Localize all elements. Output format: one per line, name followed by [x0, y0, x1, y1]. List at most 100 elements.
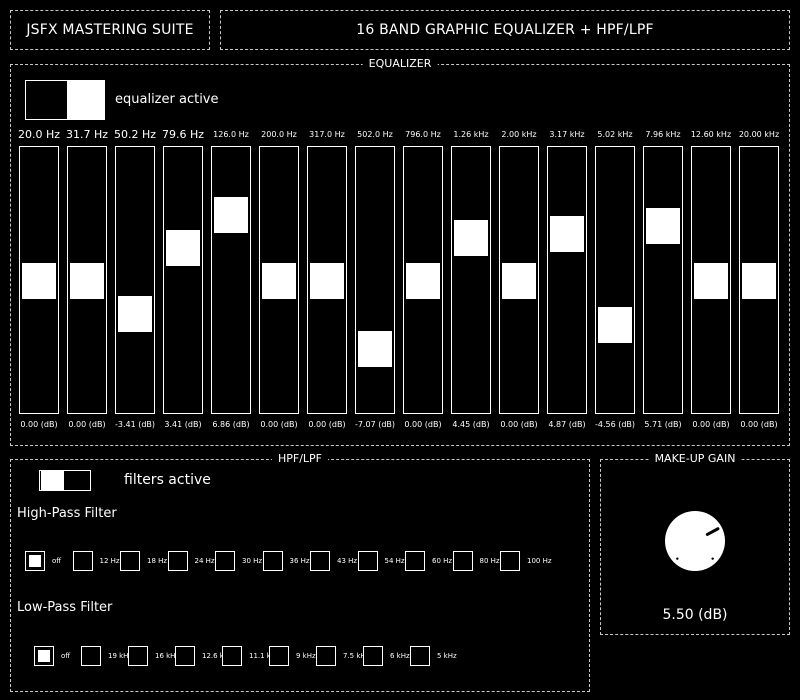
filters-toggle-thumb [41, 471, 64, 490]
hpf-option-label: 12 Hz [99, 557, 120, 565]
hpf-option-checkbox[interactable] [72, 551, 93, 571]
band-gain-value: 0.00 (dB) [260, 420, 298, 429]
makeup-gain-value: 5.50 (dB) [662, 607, 728, 623]
band-gain-value: 4.87 (dB) [548, 420, 586, 429]
band-slider-handle[interactable] [358, 331, 392, 368]
band-frequency-label: 5.02 kHz [597, 130, 633, 139]
band-slider-handle[interactable] [262, 263, 296, 299]
band-gain-value: 0.00 (dB) [68, 420, 106, 429]
band-slider-handle[interactable] [694, 263, 728, 299]
band-frequency-label: 1.26 kHz [453, 130, 489, 139]
band-slider-handle[interactable] [214, 196, 248, 233]
band-gain-slider[interactable] [307, 146, 347, 414]
band-gain-value: 0.00 (dB) [740, 420, 778, 429]
band-gain-value: -4.56 (dB) [594, 420, 636, 429]
hpf-option-checkbox[interactable] [25, 551, 45, 571]
hpf-option-checkbox[interactable] [310, 551, 330, 571]
band-slider-handle[interactable] [406, 263, 440, 299]
band-frequency-label: 502.0 Hz [357, 130, 393, 139]
band-frequency-label: 50.2 Hz [113, 128, 157, 141]
hpf-option-label: 100 Hz [527, 557, 552, 565]
band-gain-slider[interactable] [115, 146, 155, 414]
band-frequency-label: 3.17 kHz [549, 130, 585, 139]
band-gain-slider[interactable] [355, 146, 395, 414]
hpf-option-label: 36 Hz [289, 557, 310, 565]
lpf-option-checkbox[interactable] [410, 646, 430, 666]
lpf-option-checkbox[interactable] [269, 646, 289, 666]
hpf-option-checkbox[interactable] [452, 551, 473, 571]
filters-active-toggle[interactable] [39, 470, 91, 491]
hpf-option-label: off [52, 557, 62, 565]
hpf-option-label: 60 Hz [432, 557, 453, 565]
band-gain-slider[interactable] [259, 146, 299, 414]
band-gain-slider[interactable] [451, 146, 491, 414]
hpf-option-checkbox[interactable] [500, 551, 520, 571]
band-frequency-label: 317.0 Hz [309, 130, 345, 139]
equalizer-section-title: EQUALIZER [362, 57, 438, 71]
band-frequency-label: 126.0 Hz [213, 130, 249, 139]
band-gain-slider[interactable] [163, 146, 203, 414]
filters-active-label: filters active [124, 472, 211, 488]
band-gain-slider[interactable] [499, 146, 539, 414]
band-gain-slider[interactable] [547, 146, 587, 414]
band-gain-slider[interactable] [67, 146, 107, 414]
band-gain-slider[interactable] [643, 146, 683, 414]
band-gain-slider[interactable] [211, 146, 251, 414]
hpf-option-label: 80 Hz [479, 557, 500, 565]
band-gain-value: 5.71 (dB) [644, 420, 682, 429]
band-frequency-label: 12.60 kHz [690, 130, 732, 139]
band-frequency-label: 31.7 Hz [65, 128, 109, 141]
knob-max-marker [711, 557, 714, 560]
lpf-option-checkbox[interactable] [316, 646, 336, 666]
band-slider-handle[interactable] [742, 263, 776, 299]
band-gain-value: 0.00 (dB) [308, 420, 346, 429]
band-gain-value: -7.07 (dB) [354, 420, 396, 429]
hpf-option-label: 24 Hz [194, 557, 215, 565]
band-slider-handle[interactable] [70, 263, 104, 299]
band-slider-handle[interactable] [22, 263, 56, 299]
equalizer-active-toggle[interactable] [25, 80, 105, 120]
hpf-option-checkbox[interactable] [405, 551, 425, 571]
band-frequency-label: 200.0 Hz [261, 130, 297, 139]
lpf-option-checkbox[interactable] [128, 646, 148, 666]
plugin-title-box: 16 BAND GRAPHIC EQUALIZER + HPF/LPF [220, 10, 790, 50]
lpf-option-checkbox[interactable] [363, 646, 383, 666]
hpf-option-checkbox[interactable] [357, 551, 378, 571]
band-gain-value: 0.00 (dB) [20, 420, 58, 429]
hpf-title: High-Pass Filter [17, 506, 117, 521]
band-slider-handle[interactable] [598, 307, 632, 344]
band-gain-slider[interactable] [403, 146, 443, 414]
band-gain-slider[interactable] [739, 146, 779, 414]
hpf-option-checkbox[interactable] [167, 551, 188, 571]
lpf-option-label: 9 kHz [296, 652, 316, 660]
band-frequency-label: 7.96 kHz [645, 130, 681, 139]
plugin-title: 16 BAND GRAPHIC EQUALIZER + HPF/LPF [356, 22, 654, 38]
band-frequency-label: 20.00 kHz [738, 130, 780, 139]
lpf-option-label: 6 kHz [390, 652, 410, 660]
band-gain-slider[interactable] [19, 146, 59, 414]
hpf-option-label: 30 Hz [242, 557, 263, 565]
band-slider-handle[interactable] [454, 219, 488, 256]
band-slider-handle[interactable] [550, 215, 584, 252]
band-frequency-label: 796.0 Hz [405, 130, 441, 139]
band-slider-handle[interactable] [166, 230, 200, 267]
band-frequency-label: 20.0 Hz [17, 128, 61, 141]
lpf-option-checkbox[interactable] [175, 646, 195, 666]
lpf-option-label: off [61, 652, 71, 660]
hpf-option-label: 54 Hz [384, 557, 405, 565]
hpf-option-checkbox[interactable] [215, 551, 235, 571]
band-slider-handle[interactable] [310, 263, 344, 299]
lpf-option-checkbox[interactable] [222, 646, 242, 666]
knob-body [665, 511, 725, 571]
lpf-option-checkbox[interactable] [81, 646, 101, 666]
makeup-gain-knob[interactable] [665, 511, 725, 571]
band-gain-value: 0.00 (dB) [404, 420, 442, 429]
band-slider-handle[interactable] [646, 207, 680, 244]
band-gain-slider[interactable] [691, 146, 731, 414]
band-slider-handle[interactable] [502, 263, 536, 299]
lpf-option-checkbox[interactable] [34, 646, 54, 666]
band-slider-handle[interactable] [118, 295, 152, 332]
hpf-option-checkbox[interactable] [262, 551, 283, 571]
hpf-option-checkbox[interactable] [120, 551, 140, 571]
band-gain-slider[interactable] [595, 146, 635, 414]
